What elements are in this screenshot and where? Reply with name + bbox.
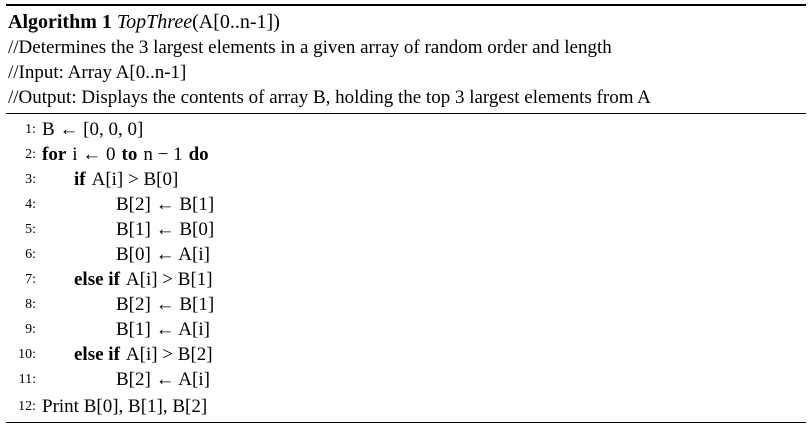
line-number: 4: [25, 197, 36, 212]
keyword: do [188, 144, 209, 165]
comment-input: //Input: Array A[0..n-1] [8, 62, 187, 83]
statement: i ← 0 [72, 144, 116, 165]
line-code: else if A[i] > B[1] [42, 267, 213, 292]
keyword: else if [74, 344, 120, 365]
bottom-rule [6, 422, 806, 423]
line-code: B[2] ← A[i] [42, 367, 210, 392]
statement: B[1] ← A[i] [116, 319, 210, 340]
keyword: for [42, 144, 67, 165]
line-code: B[2] ← B[1] [42, 292, 214, 317]
code-line: 5: B[1] ← B[0] [6, 217, 806, 242]
line-code: Print B[0], B[1], B[2] [42, 394, 207, 419]
line-code: B[1] ← A[i] [42, 317, 210, 342]
code-line: 12: Print B[0], B[1], B[2] [6, 394, 806, 419]
pseudocode-lines: 1: B ← [0, 0, 0] 2: for i ← 0 to n − 1 do 3:… [6, 114, 806, 422]
algorithm-caption: Algorithm 1 TopThree(A[0..n-1]) [6, 6, 806, 35]
line-number: 1: [25, 122, 36, 137]
statement: B[0] ← A[i] [116, 244, 210, 265]
code-line: 9: B[1] ← A[i] [6, 317, 806, 342]
line-code: B[1] ← B[0] [42, 217, 214, 242]
comment-output: //Output: Displays the contents of array… [8, 87, 651, 108]
line-number: 5: [25, 222, 36, 237]
line-code: if A[i] > B[0] [42, 167, 178, 192]
statement: A[i] > B[0] [91, 169, 179, 190]
line-number: 9: [25, 322, 36, 337]
line-number: 6: [25, 247, 36, 262]
statement: B ← [0, 0, 0] [42, 119, 144, 140]
algorithm-block: Algorithm 1 TopThree(A[0..n-1]) //Determ… [6, 4, 806, 423]
line-code: else if A[i] > B[2] [42, 342, 213, 367]
comment-purpose: //Determines the 3 largest elements in a… [8, 37, 612, 58]
line-number: 12: [18, 399, 36, 414]
statement: n − 1 [143, 144, 183, 165]
code-line: 10: else if A[i] > B[2] [6, 342, 806, 367]
line-number: 7: [25, 272, 36, 287]
line-number: 11: [18, 372, 36, 387]
statement: Print B[0], B[1], B[2] [42, 396, 208, 417]
line-number: 2: [25, 147, 36, 162]
code-line: 2: for i ← 0 to n − 1 do [6, 142, 806, 167]
code-line: 1: B ← [0, 0, 0] [6, 117, 806, 142]
code-line: 11: B[2] ← A[i] [6, 367, 806, 392]
statement: B[2] ← B[1] [116, 294, 215, 315]
code-line: 7: else if A[i] > B[1] [6, 267, 806, 292]
line-number: 8: [25, 297, 36, 312]
algorithm-label: Algorithm 1 [8, 11, 112, 33]
line-code: for i ← 0 to n − 1 do [42, 142, 209, 167]
line-code: B[0] ← A[i] [42, 242, 210, 267]
line-code: B[2] ← B[1] [42, 192, 214, 217]
algorithm-name: TopThree [116, 11, 193, 33]
line-code: B ← [0, 0, 0] [42, 117, 143, 142]
statement: B[2] ← A[i] [116, 369, 210, 390]
keyword: else if [74, 269, 120, 290]
comment-block: //Determines the 3 largest elements in a… [6, 35, 806, 113]
line-number: 10: [18, 347, 36, 362]
keyword: to [121, 144, 138, 165]
code-line: 3: if A[i] > B[0] [6, 167, 806, 192]
statement: A[i] > B[1] [125, 269, 213, 290]
algorithm-args: (A[0..n-1]) [192, 11, 280, 33]
statement: B[2] ← B[1] [116, 194, 215, 215]
code-line: 4: B[2] ← B[1] [6, 192, 806, 217]
statement: A[i] > B[2] [125, 344, 213, 365]
statement: B[1] ← B[0] [116, 219, 215, 240]
keyword: if [74, 169, 86, 190]
line-number: 3: [25, 172, 36, 187]
code-line: 6: B[0] ← A[i] [6, 242, 806, 267]
code-line: 8: B[2] ← B[1] [6, 292, 806, 317]
